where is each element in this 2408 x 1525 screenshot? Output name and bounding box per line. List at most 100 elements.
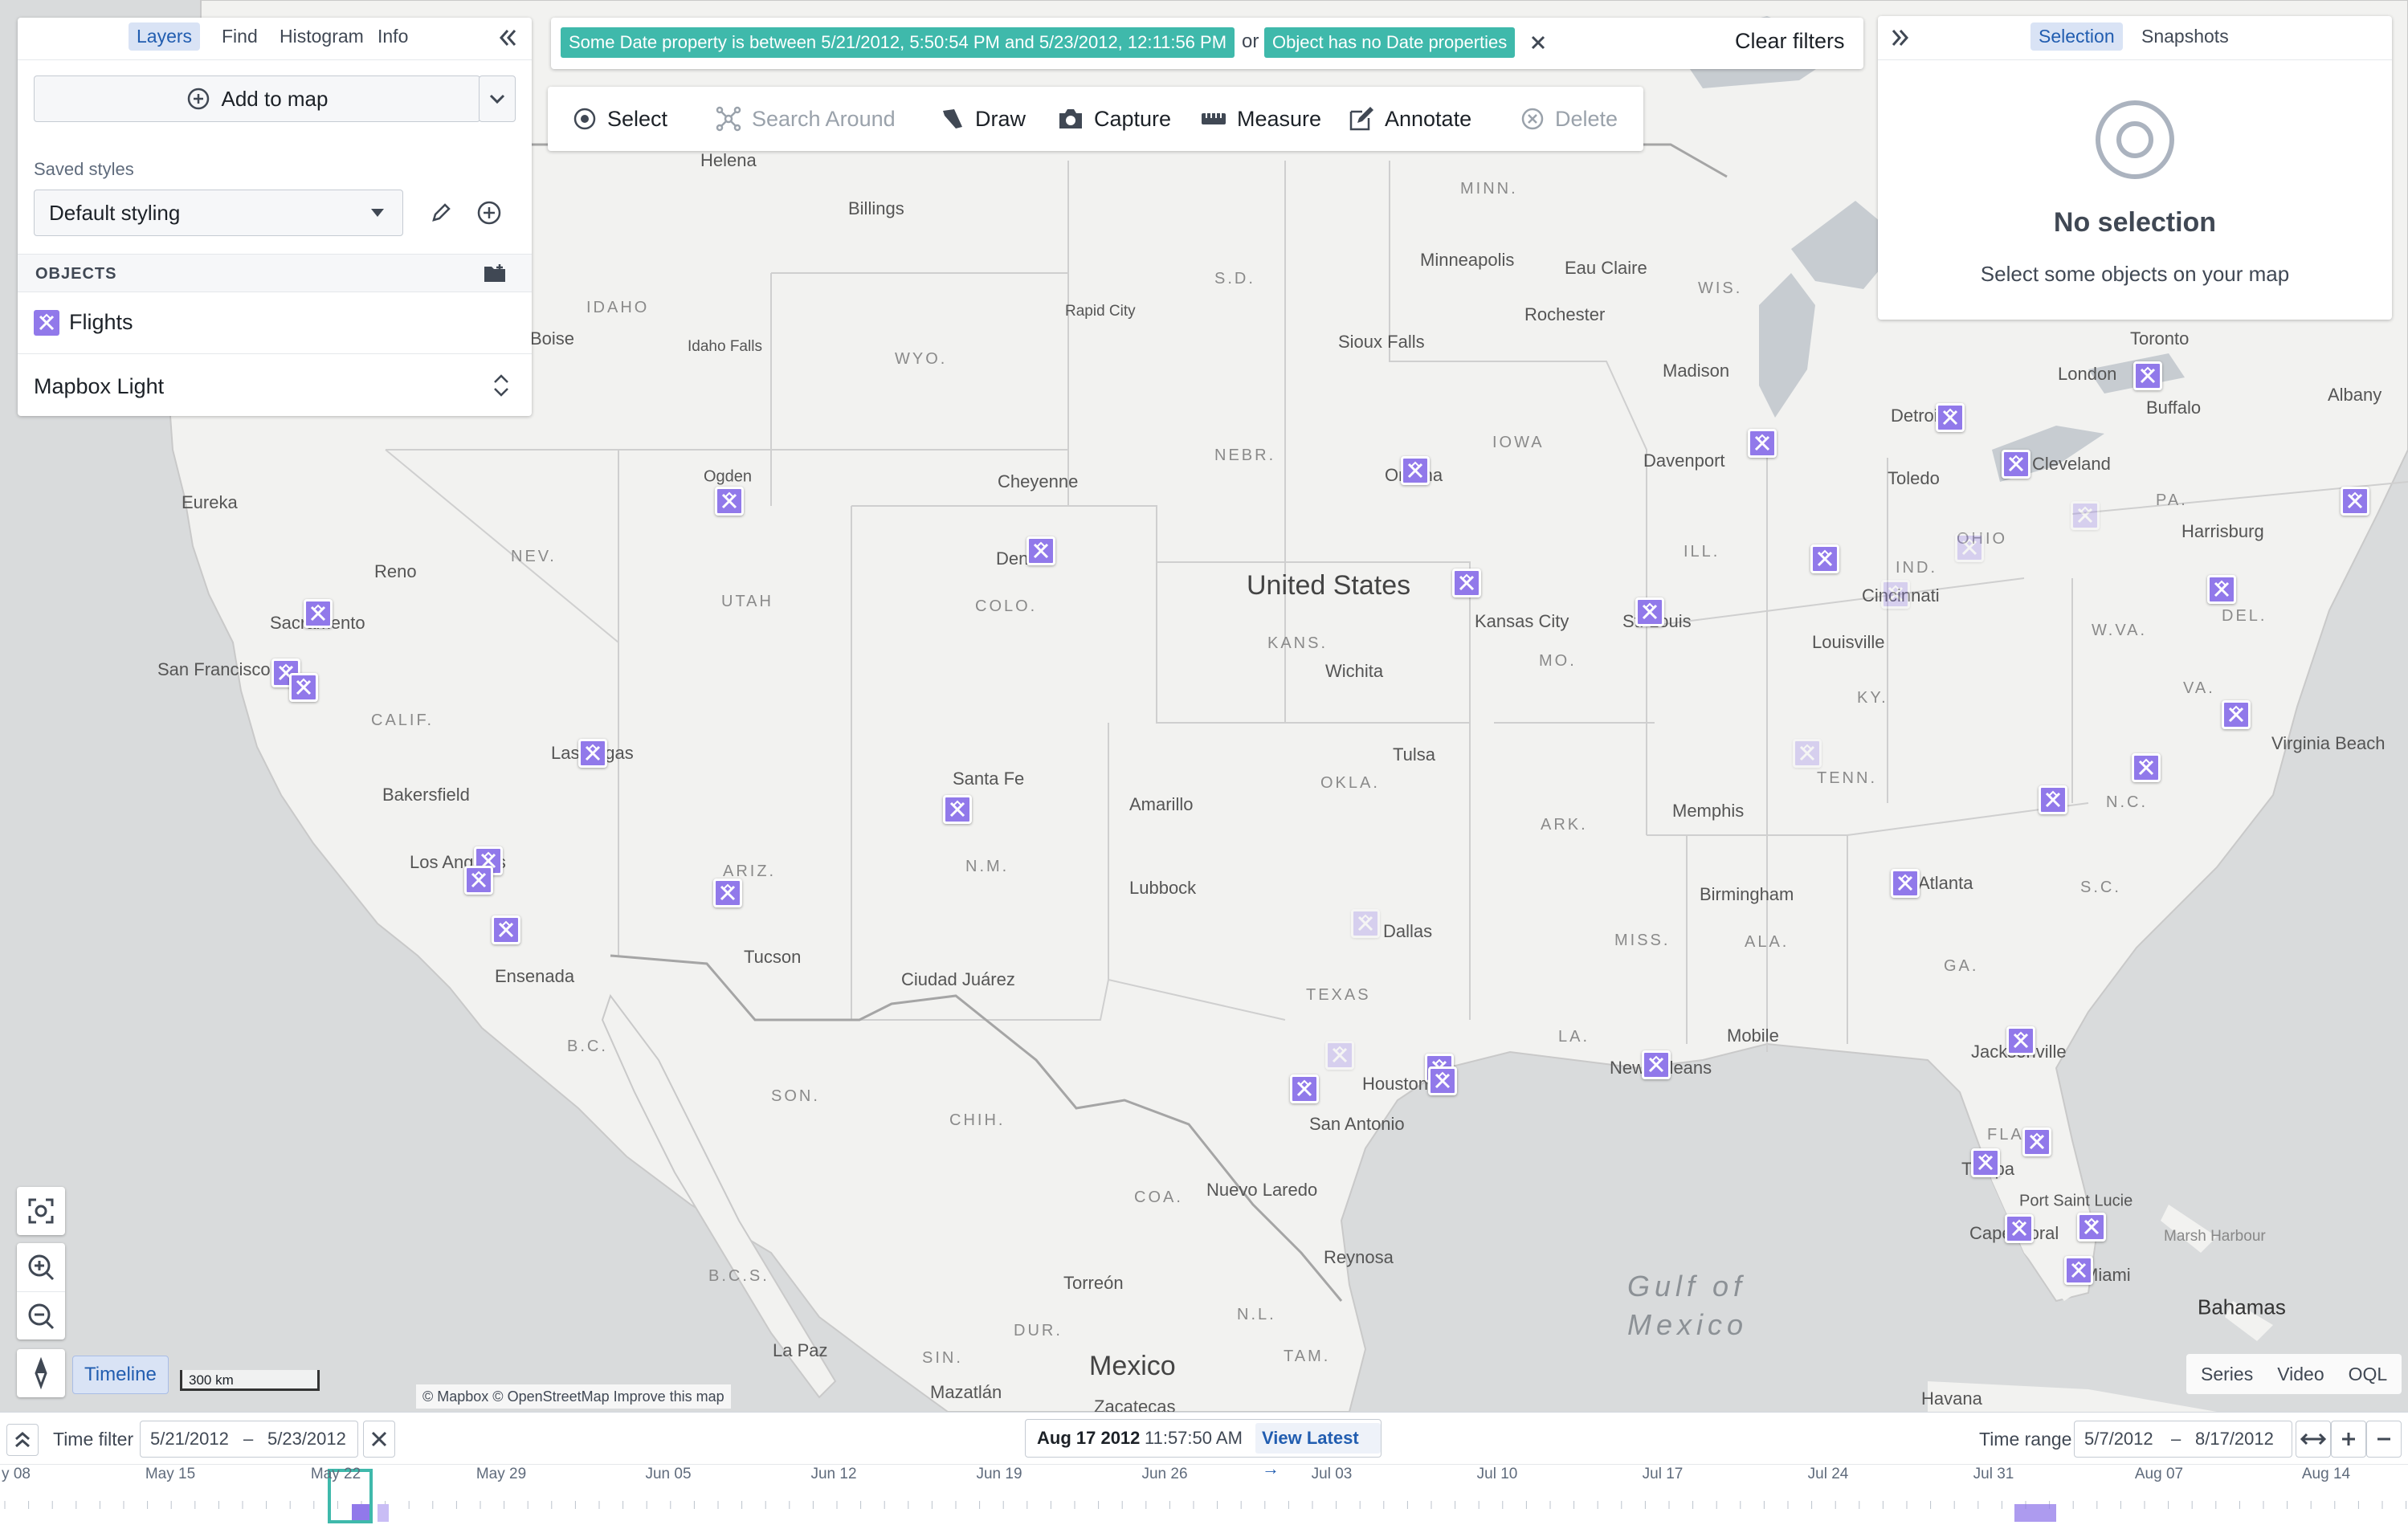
- timeline-toggle-button[interactable]: Timeline: [72, 1356, 169, 1394]
- fit-bounds-button[interactable]: [17, 1187, 65, 1235]
- flight-marker[interactable]: [2207, 575, 2236, 604]
- zoom-out-button[interactable]: [17, 1291, 65, 1340]
- fit-range-icon[interactable]: [2296, 1421, 2331, 1458]
- flight-marker-filtered[interactable]: [1351, 909, 1380, 938]
- timeline-tick-label: Aug 07: [2134, 1466, 2184, 1482]
- flight-marker-filtered[interactable]: [1793, 739, 1822, 768]
- draw-tool-button[interactable]: Draw: [940, 100, 1026, 138]
- timeline-zoom-in-icon[interactable]: [2331, 1421, 2366, 1458]
- flight-marker[interactable]: [1026, 536, 1055, 565]
- zoom-in-button[interactable]: [17, 1243, 65, 1291]
- flight-marker[interactable]: [289, 673, 318, 702]
- expand-panel-icon[interactable]: [1889, 26, 1913, 54]
- flight-marker[interactable]: [1936, 403, 1965, 432]
- tab-video[interactable]: Video: [2277, 1364, 2324, 1385]
- style-select[interactable]: Default styling: [34, 190, 403, 236]
- flight-marker[interactable]: [943, 795, 972, 824]
- view-latest-button[interactable]: View Latest →: [1255, 1423, 1381, 1478]
- range-end-input[interactable]: 8/17/2012: [2195, 1421, 2274, 1457]
- tab-oql[interactable]: OQL: [2349, 1364, 2388, 1385]
- add-to-map-dropdown[interactable]: [479, 75, 516, 122]
- flight-marker[interactable]: [1810, 544, 1839, 573]
- flight-marker[interactable]: [2022, 1127, 2051, 1156]
- map-attribution[interactable]: © Mapbox © OpenStreetMap Improve this ma…: [416, 1384, 731, 1409]
- add-to-map-button[interactable]: Add to map: [34, 75, 480, 122]
- folder-add-icon[interactable]: [482, 261, 508, 289]
- flight-marker[interactable]: [1748, 429, 1777, 458]
- tab-series[interactable]: Series: [2201, 1364, 2253, 1385]
- flight-marker[interactable]: [1971, 1148, 2000, 1177]
- filter-chip-no-date[interactable]: Object has no Date properties: [1264, 27, 1516, 58]
- search-around-button[interactable]: Search Around: [715, 100, 896, 138]
- flight-marker-filtered[interactable]: [1955, 533, 1984, 562]
- city-label: Eureka: [182, 492, 238, 512]
- tab-snapshots[interactable]: Snapshots: [2133, 22, 2237, 51]
- expand-timeline-icon[interactable]: [6, 1424, 39, 1456]
- flight-marker[interactable]: [464, 866, 493, 895]
- flight-marker[interactable]: [713, 879, 742, 907]
- flight-marker[interactable]: [578, 739, 607, 768]
- flight-marker[interactable]: [2133, 361, 2162, 390]
- chevron-down-icon: [489, 94, 505, 104]
- compass-button[interactable]: [17, 1349, 65, 1397]
- flight-marker[interactable]: [2341, 487, 2369, 516]
- tab-find[interactable]: Find: [214, 22, 266, 51]
- flight-marker[interactable]: [1428, 1066, 1457, 1095]
- flight-marker[interactable]: [2039, 785, 2067, 814]
- flight-marker[interactable]: [715, 487, 744, 516]
- tab-selection[interactable]: Selection: [2030, 22, 2123, 51]
- basemap-selector[interactable]: Mapbox Light: [18, 355, 532, 416]
- flight-marker-filtered[interactable]: [2071, 501, 2100, 530]
- panel-tabs: Layers Find Histogram Info: [18, 18, 532, 60]
- annotate-tool-button[interactable]: Annotate: [1348, 100, 1471, 138]
- flight-marker[interactable]: [1635, 597, 1664, 626]
- flight-marker[interactable]: [1891, 869, 1920, 898]
- country-label-mexico: Mexico: [1089, 1351, 1176, 1381]
- clear-filters-button[interactable]: Clear filters: [1735, 29, 1845, 54]
- flight-marker-filtered[interactable]: [1881, 580, 1910, 609]
- select-tool-button[interactable]: Select: [572, 100, 667, 138]
- flight-marker[interactable]: [2077, 1213, 2106, 1242]
- timeline-panel: Time filter 5/21/2012 – 5/23/2012 Aug 17…: [0, 1412, 2408, 1525]
- flight-marker[interactable]: [2132, 753, 2161, 782]
- timeline-zoom-out-icon[interactable]: [2366, 1421, 2402, 1458]
- range-start-input[interactable]: 5/7/2012: [2084, 1421, 2153, 1457]
- flight-marker[interactable]: [2002, 450, 2030, 479]
- flight-marker[interactable]: [2064, 1256, 2093, 1285]
- flight-marker[interactable]: [1642, 1050, 1671, 1079]
- layer-row-flights[interactable]: Flights: [18, 292, 532, 354]
- city-label: Cheyenne: [998, 471, 1079, 491]
- flight-marker[interactable]: [1452, 569, 1481, 597]
- filter-joiner: or: [1242, 31, 1259, 52]
- remove-filters-icon[interactable]: [1526, 31, 1550, 59]
- city-label: London: [2058, 364, 2117, 384]
- collapse-panel-icon[interactable]: [495, 26, 519, 54]
- flight-marker[interactable]: [2005, 1214, 2034, 1243]
- filter-start-input[interactable]: 5/21/2012: [150, 1421, 229, 1457]
- edit-style-icon[interactable]: [427, 199, 455, 230]
- flight-marker-filtered[interactable]: [1325, 1041, 1354, 1070]
- city-label: Zacatecas: [1094, 1397, 1176, 1412]
- timeline-tick-label: Jul 17: [1642, 1466, 1684, 1482]
- tab-info[interactable]: Info: [369, 22, 416, 51]
- tab-histogram[interactable]: Histogram: [271, 22, 372, 51]
- flight-marker[interactable]: [1290, 1074, 1319, 1103]
- add-style-icon[interactable]: [475, 199, 503, 230]
- caret-sort-icon: [494, 374, 508, 397]
- flight-marker[interactable]: [2222, 700, 2251, 729]
- compass-icon: [35, 1356, 47, 1390]
- flight-marker[interactable]: [492, 915, 520, 944]
- filter-chip-date-range[interactable]: Some Date property is between 5/21/2012,…: [561, 27, 1235, 58]
- flight-marker[interactable]: [1401, 456, 1430, 485]
- filter-end-input[interactable]: 5/23/2012: [267, 1421, 346, 1457]
- flight-marker[interactable]: [2006, 1026, 2035, 1055]
- measure-tool-button[interactable]: Measure: [1200, 100, 1321, 138]
- capture-tool-button[interactable]: Capture: [1057, 100, 1171, 138]
- tab-layers[interactable]: Layers: [129, 22, 201, 51]
- city-label: Santa Fe: [953, 769, 1025, 789]
- no-selection-title: No selection: [2053, 207, 2217, 238]
- flight-marker[interactable]: [304, 599, 333, 628]
- clear-time-filter-icon[interactable]: [363, 1421, 395, 1458]
- city-label: Toronto: [2130, 328, 2190, 349]
- delete-tool-button[interactable]: Delete: [1520, 100, 1618, 138]
